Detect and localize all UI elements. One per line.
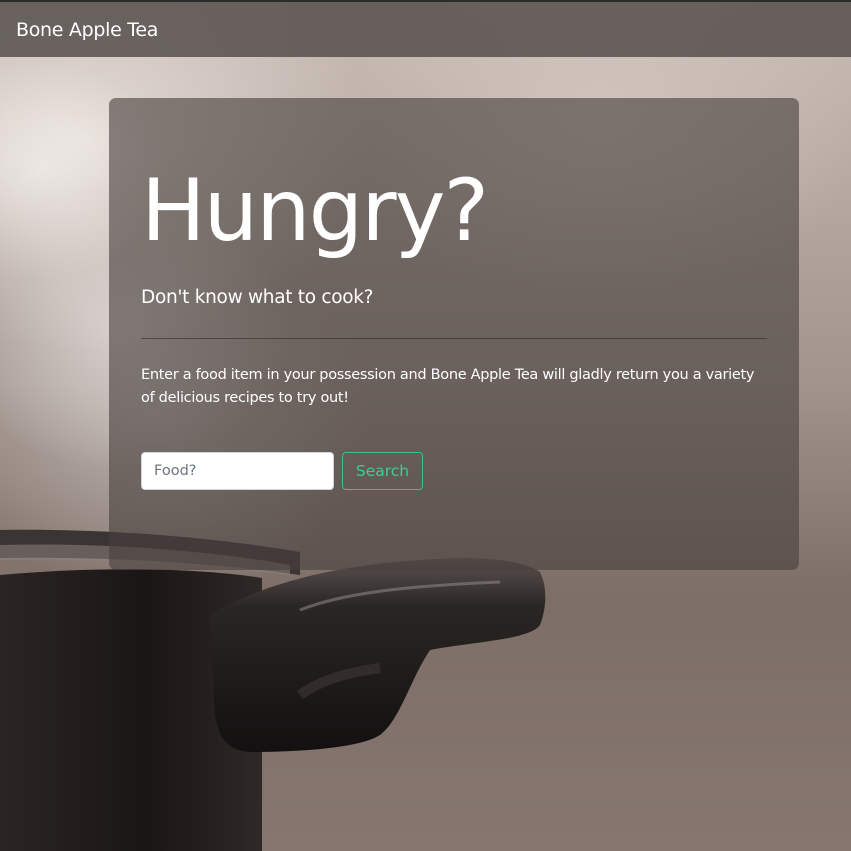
- brand-link[interactable]: Bone Apple Tea: [16, 19, 158, 41]
- divider: [141, 338, 767, 339]
- hero-panel: Hungry? Don't know what to cook? Enter a…: [109, 98, 799, 570]
- food-search-input[interactable]: [141, 452, 334, 490]
- hero-lead: Don't know what to cook?: [141, 287, 374, 308]
- search-button[interactable]: Search: [342, 452, 423, 490]
- hero-description: Enter a food item in your possession and…: [141, 367, 755, 406]
- hero-headline: Hungry?: [141, 161, 489, 261]
- navbar: Bone Apple Tea: [0, 0, 851, 57]
